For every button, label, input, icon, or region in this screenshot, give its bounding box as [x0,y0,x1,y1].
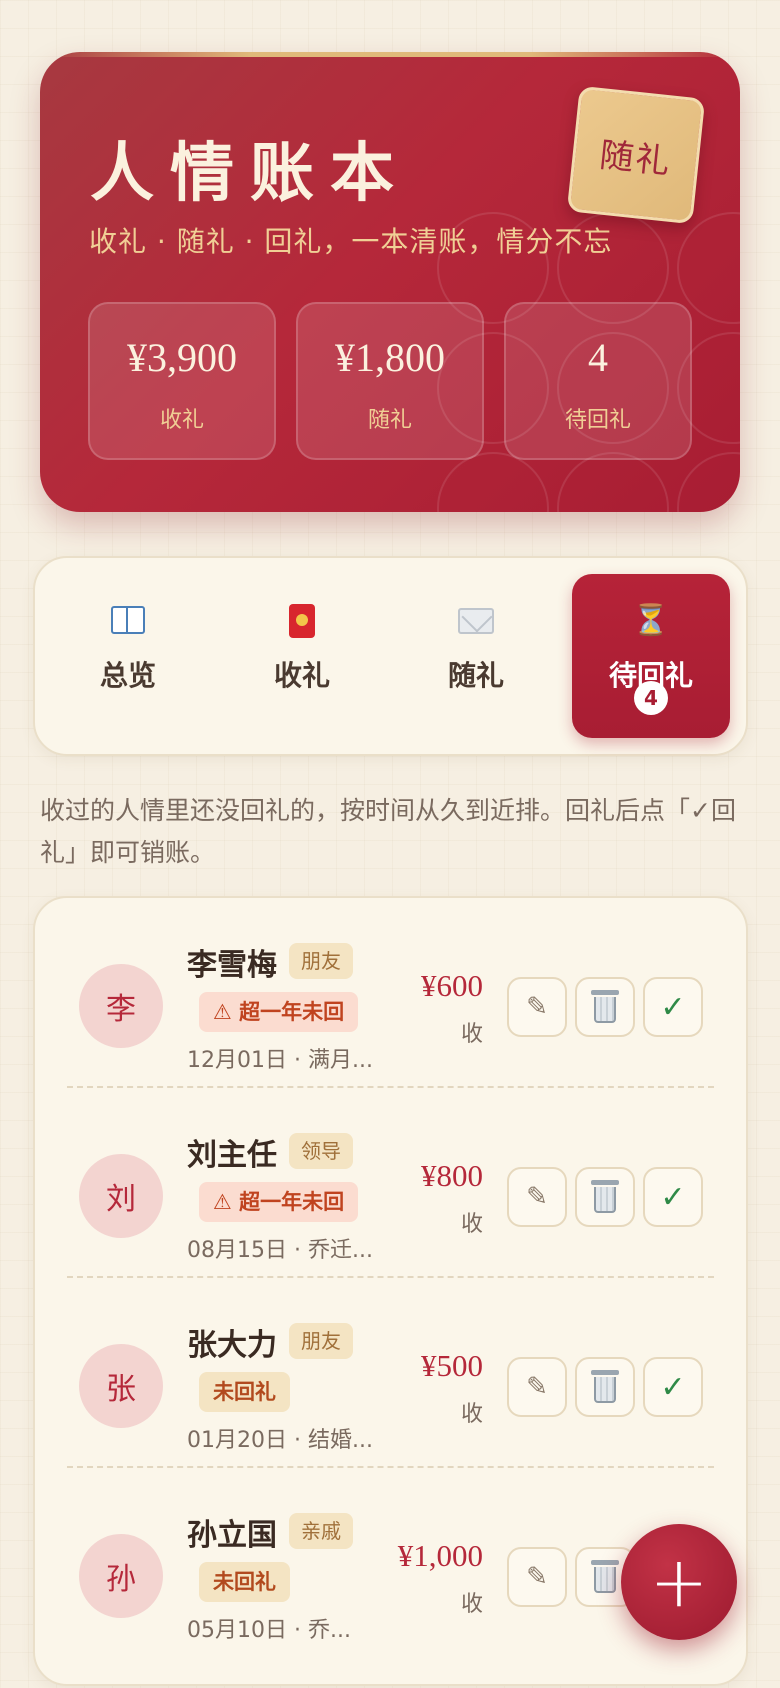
add-record-button[interactable]: + [621,1524,737,1640]
tab-label: 随礼 [447,659,504,692]
stat-label: 收礼 [159,408,204,433]
amount: ¥600 [421,968,483,1003]
edit-button[interactable]: ✎ [507,1547,567,1607]
edit-button[interactable]: ✎ [507,1167,567,1227]
amount-type: 收 [460,1592,483,1617]
delete-button[interactable] [575,1167,635,1227]
tab-overview[interactable]: 总览 [49,574,207,738]
plus-icon: + [649,1541,709,1623]
person-name: 刘主任 [187,1138,277,1173]
amount-type: 收 [460,1022,483,1047]
stat-received: ¥3,900 收礼 [88,302,276,460]
stat-value: ¥1,800 [335,335,445,380]
person-name: 张大力 [187,1328,277,1363]
check-icon: ✓ [660,1369,686,1405]
list-item: 刘 刘主任 领导 ⚠ 超一年未回 08月15日 · 乔迁... ¥800 收 ✎… [35,1088,746,1278]
hero-card: 人情账本 收礼 · 随礼 · 回礼，一本清账，情分不忘 随礼 ¥3,900 收礼… [40,52,740,512]
avatar: 孙 [79,1534,163,1618]
date-occasion: 08月15日 · 乔迁... [187,1238,373,1263]
pencil-icon: ✎ [526,1372,548,1402]
delete-button[interactable] [575,1357,635,1417]
red-packet-icon [223,604,381,646]
stat-value: ¥3,900 [127,335,237,380]
stat-given: ¥1,800 随礼 [296,302,484,460]
date-occasion: 05月10日 · 乔... [187,1618,351,1643]
amount: ¥1,000 [397,1538,483,1573]
stat-pending: 4 待回礼 [504,302,692,460]
stat-label: 随礼 [367,408,412,433]
relation-tag: 朋友 [289,1323,353,1359]
amount: ¥800 [421,1158,483,1193]
stat-value: 4 [588,335,608,380]
avatar: 李 [79,964,163,1048]
date-occasion: 01月20日 · 结婚... [187,1428,373,1453]
relation-tag: 亲戚 [289,1513,353,1549]
status-badge: 未回礼 [199,1372,290,1412]
amount: ¥500 [421,1348,483,1383]
relation-tag: 朋友 [289,943,353,979]
stat-label: 待回礼 [564,408,631,433]
book-icon [49,604,207,640]
trash-icon [591,1560,619,1593]
person-name: 李雪梅 [187,948,277,983]
edit-button[interactable]: ✎ [507,977,567,1037]
mark-returned-button[interactable]: ✓ [643,977,703,1037]
edit-button[interactable]: ✎ [507,1357,567,1417]
amount-type: 收 [460,1212,483,1237]
status-badge: ⚠ 超一年未回 [199,992,359,1032]
list-item: 张 张大力 朋友 未回礼 01月20日 · 结婚... ¥500 收 ✎ ✓ [35,1278,746,1468]
hourglass-icon: ⏳ [632,603,670,638]
count-badge: 4 [634,681,668,715]
person-name: 孙立国 [187,1518,277,1553]
avatar: 张 [79,1344,163,1428]
tab-pending-return[interactable]: ⏳ 待回礼 4 [572,574,730,738]
pencil-icon: ✎ [526,1182,548,1212]
avatar: 刘 [79,1154,163,1238]
envelope-icon [397,604,555,642]
app-subtitle: 收礼 · 随礼 · 回礼，一本清账，情分不忘 [89,225,613,258]
trash-icon [591,990,619,1023]
tab-bar: 总览 收礼 随礼 ⏳ 待回礼 4 [33,556,748,756]
amount-type: 收 [460,1402,483,1427]
tab-label: 总览 [99,659,156,692]
tab-given[interactable]: 随礼 [397,574,555,738]
relation-tag: 领导 [289,1133,353,1169]
status-badge: 未回礼 [199,1562,290,1602]
hint-text: 收过的人情里还没回礼的，按时间从久到近排。回礼后点「✓回礼」即可销账。 [40,796,736,867]
pencil-icon: ✎ [526,1562,548,1592]
check-icon: ✓ [660,989,686,1025]
mark-returned-button[interactable]: ✓ [643,1167,703,1227]
date-occasion: 12月01日 · 满月... [187,1048,373,1073]
check-icon: ✓ [660,1179,686,1215]
status-badge: ⚠ 超一年未回 [199,1182,359,1222]
mark-returned-button[interactable]: ✓ [643,1357,703,1417]
delete-button[interactable] [575,977,635,1037]
tab-label: 收礼 [273,659,330,692]
tab-received[interactable]: 收礼 [223,574,381,738]
app-title: 人情账本 [90,136,410,211]
list-item: 李 李雪梅 朋友 ⚠ 超一年未回 12月01日 · 满月... ¥600 收 ✎… [35,898,746,1088]
trash-icon [591,1370,619,1403]
seal-stamp: 随礼 [566,85,706,225]
pencil-icon: ✎ [526,992,548,1022]
trash-icon [591,1180,619,1213]
